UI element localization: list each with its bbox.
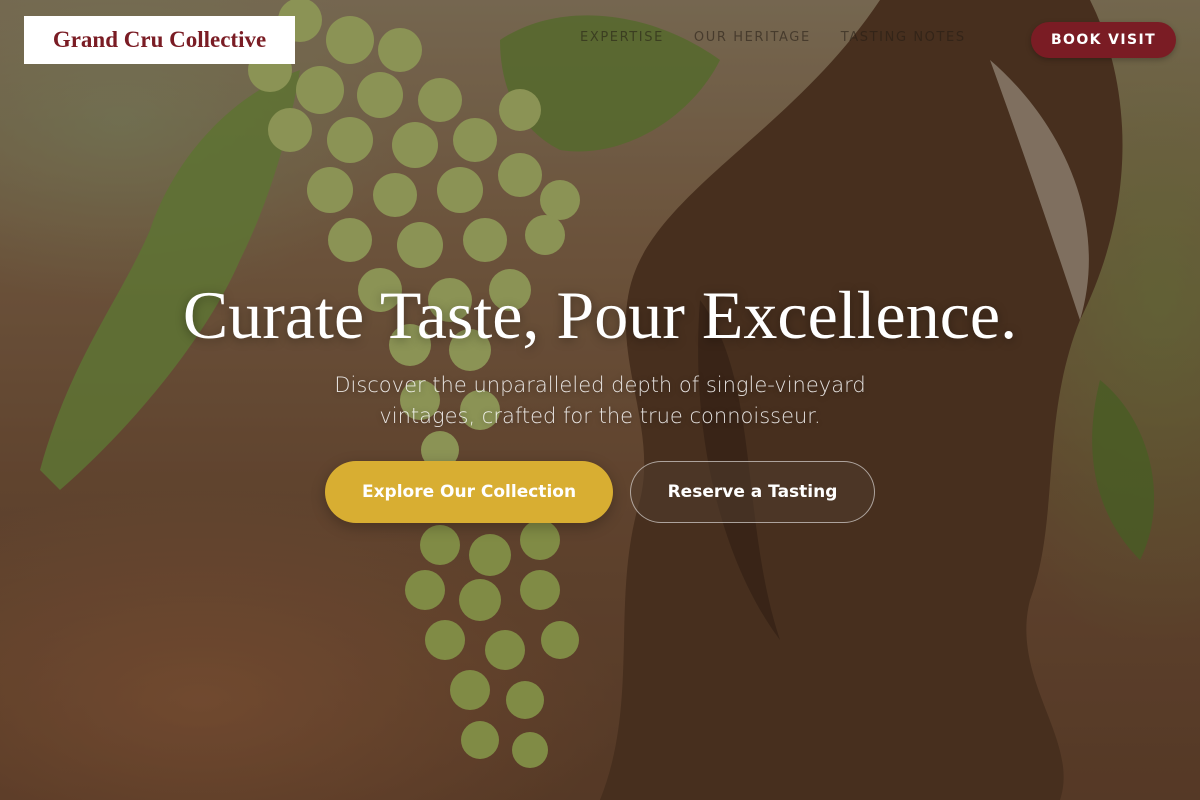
hero-title: Curate Taste, Pour Excellence. (182, 277, 1018, 353)
hero-content: Curate Taste, Pour Excellence. Discover … (0, 276, 1200, 432)
hero-subtitle: Discover the unparalleled depth of singl… (334, 373, 866, 428)
nav-link-expertise[interactable]: EXPERTISE (580, 30, 664, 45)
book-visit-button[interactable]: BOOK VISIT (1031, 22, 1176, 58)
main-nav: EXPERTISE OUR HERITAGE TASTING NOTES (580, 30, 966, 45)
reserve-tasting-button[interactable]: Reserve a Tasting (630, 461, 875, 523)
brand-logo[interactable]: Grand Cru Collective (24, 16, 295, 64)
nav-link-tasting-notes[interactable]: TASTING NOTES (841, 30, 966, 45)
explore-collection-button[interactable]: Explore Our Collection (325, 461, 613, 523)
nav-link-our-heritage[interactable]: OUR HERITAGE (694, 30, 811, 45)
hero-cta-group: Explore Our Collection Reserve a Tasting (325, 461, 875, 523)
brand-name: Grand Cru Collective (52, 27, 267, 52)
